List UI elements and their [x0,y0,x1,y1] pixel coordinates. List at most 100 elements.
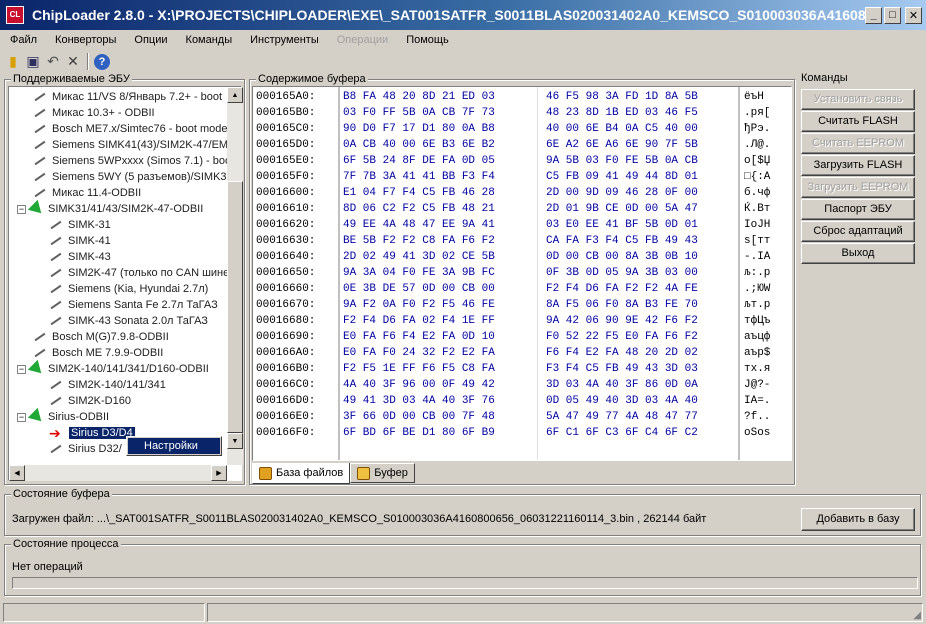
tab-file-database[interactable]: База файлов [252,463,351,484]
chip-arrow-icon [49,282,63,296]
tree-item[interactable]: SIMK-31 [49,217,113,233]
minimize-button[interactable]: _ [865,6,882,24]
tree-item[interactable]: Siemens Santa Fe 2.7л ТаГАЗ [49,297,220,313]
menu-item[interactable]: Команды [176,34,241,46]
scroll-thumb[interactable] [227,181,243,433]
tree-item[interactable]: Siemens SIMK41(43)/SIM2K-47/EMS [33,137,227,153]
title-bar[interactable]: CL ChipLoader 2.8.0 - X:\PROJECTS\CHIPLO… [0,0,926,30]
tree-item-label: Siemens 5WPxxxx (Simos 7.1) - boot [52,155,227,167]
scroll-down-icon[interactable]: ▼ [227,433,243,449]
tree-item[interactable]: Bosch ME7.x/Simtec76 - boot mode [33,121,227,137]
hex-bytes-low: 0E 3B DE 57 0D 00 CB 00 [343,283,495,295]
tree-vscrollbar[interactable]: ▲ ▼ [227,87,243,465]
hex-address: 00016630: [256,235,316,247]
hex-bytes-high: 2D 01 9B CE 0D 00 5A 47 [546,203,698,215]
tree-item[interactable]: SIMK-43 Sonata 2.0л ТаГАЗ [49,313,210,329]
command-button[interactable]: Считать EEPROM [801,133,915,154]
chip-arrow-icon [33,346,47,360]
hex-view[interactable]: 000165A0: B8 FA 48 20 8D 21 ED 03 46 F5 98… [252,86,792,461]
help-icon[interactable]: ? [94,53,110,70]
tab-buffer[interactable]: Буфер [350,463,415,483]
hex-row: 000166F0: 6F BD 6F BE D1 80 6F B9 6F C1 6F… [253,425,791,441]
tree-folder[interactable]: − SIM2K-140/141/341/D160-ODBII [17,361,211,377]
chip-arrow-icon [49,266,63,280]
undo-icon[interactable]: ↶ [44,53,62,71]
tree-item[interactable]: Sirius D32/ [49,441,124,457]
hex-bytes-low: 9A F2 0A F0 F2 F5 46 FE [343,299,495,311]
command-button[interactable]: Паспорт ЭБУ [801,199,915,220]
chip-arrow-icon [33,106,47,120]
command-button[interactable]: Загрузить FLASH [801,155,915,176]
tree-item[interactable]: SIMK-41 [49,233,113,249]
tree-item-label: SIM2K-D160 [68,395,131,407]
tree-item[interactable]: Siemens (Kia, Hyundai 2.7л) [49,281,210,297]
hex-bytes-high: 6E A2 6E A6 6E 90 7F 5B [546,139,698,151]
hex-row: 00016630: BE 5B F2 F2 C8 FA F6 F2 CA FA F3… [253,233,791,249]
add-to-database-button[interactable]: Добавить в базу [801,508,915,531]
hex-bytes-high: 0F 3B 0D 05 9A 3B 03 00 [546,267,698,279]
resize-grip-icon[interactable]: ◢ [913,610,921,621]
hex-ascii: аър$ [744,347,771,359]
hex-address: 00016690: [256,331,316,343]
tree-folder[interactable]: − Sirius-ODBII [17,409,111,425]
tree-item[interactable]: ➔ Sirius D3/D4 [49,425,135,441]
tree-item[interactable]: SIMK-43 [49,249,113,265]
menu-item[interactable]: Конверторы [45,34,124,46]
hex-bytes-low: 7F 7B 3A 41 41 BB F3 F4 [343,171,495,183]
hex-row: 00016690: E0 FA F6 F4 E2 FA 0D 10 F0 52 22… [253,329,791,345]
tree-item[interactable]: Микас 10.3+ - ODBII [33,105,157,121]
hex-address: 000165C0: [256,123,316,135]
folder-arrow-icon [29,410,43,424]
scroll-up-icon[interactable]: ▲ [227,87,243,103]
ecu-tree[interactable]: Микас 11/VS 8/Январь 7.2+ - boot Микас 10… [8,86,243,481]
tree-item[interactable]: SIM2K-47 (только по CAN шине [49,265,227,281]
tree-item[interactable]: SIM2K-140/141/341 [49,377,168,393]
tree-item-label: Sirius D32/ [68,443,122,455]
tree-hscrollbar[interactable]: ◀ ▶ [9,465,227,481]
command-button[interactable]: Выход [801,243,915,264]
bottom-tabs: База файлов Буфер [252,463,415,485]
hex-bytes-high: 6F C1 6F C3 6F C4 6F C2 [546,427,698,439]
menu-item[interactable]: Помощь [396,34,457,46]
tree-item[interactable]: Siemens 5WY (5 разъемов)/SIMK3 [33,169,227,185]
hex-ascii: аъцф [744,331,771,343]
close-button[interactable]: ✕ [905,6,922,24]
folder-arrow-icon [29,362,43,376]
collapse-icon[interactable]: − [17,364,26,374]
collapse-icon[interactable]: − [17,204,26,214]
collapse-icon[interactable]: − [17,412,26,422]
hex-row: 000165F0: 7F 7B 3A 41 41 BB F3 F4 C5 FB 09… [253,169,791,185]
hex-row: 000166D0: 49 41 3D 03 4A 40 3F 76 0D 05 49… [253,393,791,409]
tree-item[interactable]: Siemens 5WPxxxx (Simos 7.1) - boot [33,153,227,169]
menu-item[interactable]: Инструменты [240,34,327,46]
tree-item[interactable]: Bosch M(G)7.9.8-ODBII [33,329,171,345]
open-icon[interactable]: ▮ [4,53,22,71]
tree-item[interactable]: Микас 11.4-ODBII [33,185,143,201]
tree-item[interactable]: Микас 11/VS 8/Январь 7.2+ - boot [33,89,224,105]
hex-bytes-low: E0 FA F6 F4 E2 FA 0D 10 [343,331,495,343]
command-button[interactable]: Установить связь [801,89,915,110]
scroll-right-icon[interactable]: ▶ [211,465,227,481]
scroll-left-icon[interactable]: ◀ [9,465,25,481]
delete-icon[interactable]: ✕ [64,53,82,71]
process-status-caption: Состояние процесса [11,538,121,550]
hex-bytes-low: B8 FA 48 20 8D 21 ED 03 [343,91,495,103]
save-icon[interactable]: ▣ [24,53,42,71]
hex-bytes-low: 3F 66 0D 00 CB 00 7F 48 [343,411,495,423]
context-menu-settings[interactable]: Настройки [128,438,220,454]
hex-bytes-low: 4A 40 3F 96 00 0F 49 42 [343,379,495,391]
menu-item[interactable]: Опции [124,34,175,46]
hex-row: 000165A0: B8 FA 48 20 8D 21 ED 03 46 F5 98… [253,89,791,105]
tree-item[interactable]: Bosch ME 7.9.9-ODBII [33,345,165,361]
command-button[interactable]: Загрузить EEPROM [801,177,915,198]
tree-folder[interactable]: − SIMK31/41/43/SIM2K-47-ODBII [17,201,205,217]
chip-arrow-icon [49,250,63,264]
maximize-button[interactable]: □ [884,6,901,24]
menu-item[interactable]: Операции [327,34,396,46]
hex-bytes-low: 90 D0 F7 17 D1 80 0A B8 [343,123,495,135]
command-button[interactable]: Считать FLASH [801,111,915,132]
hex-row: 00016660: 0E 3B DE 57 0D 00 CB 00 F2 F4 D6… [253,281,791,297]
command-button[interactable]: Сброс адаптаций [801,221,915,242]
tree-item[interactable]: SIM2K-D160 [49,393,133,409]
menu-item[interactable]: Файл [0,34,45,46]
